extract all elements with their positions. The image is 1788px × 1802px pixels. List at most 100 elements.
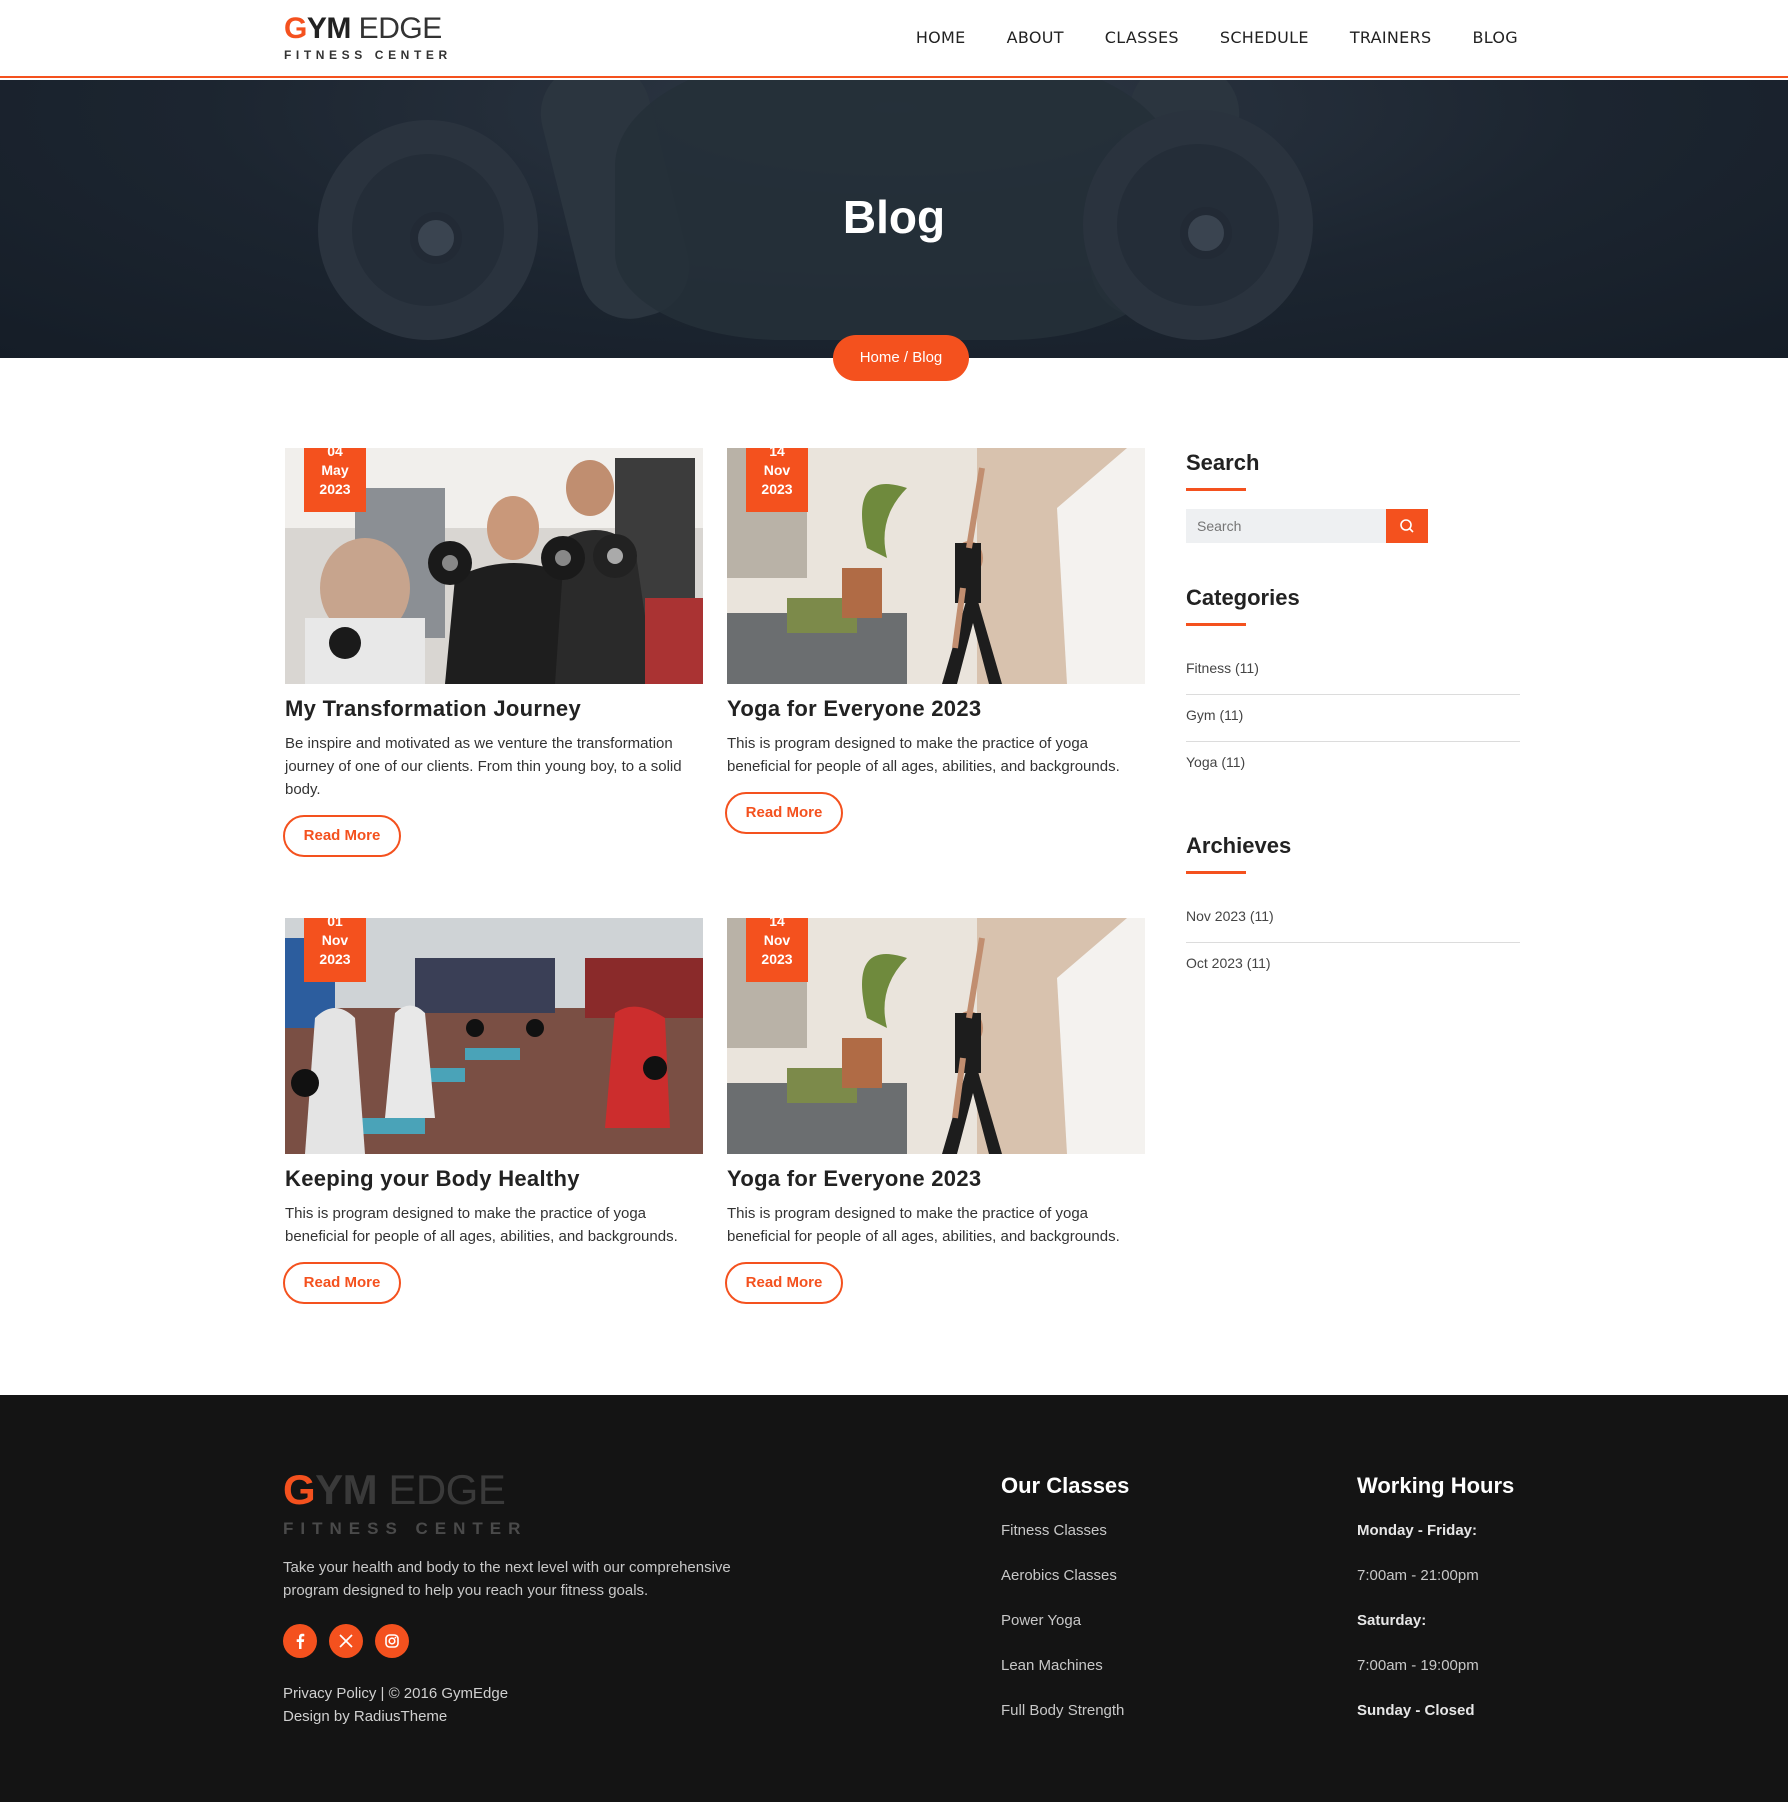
social-links (283, 1624, 409, 1658)
post-date-day: 01 (327, 918, 343, 929)
nav-schedule[interactable]: SCHEDULE (1220, 28, 1309, 47)
category-count: (11) (1219, 707, 1244, 723)
footer-logo-ym: YM (315, 1466, 378, 1513)
page: GYM EDGE FITNESS CENTER HOME ABOUT CLASS… (0, 0, 1788, 1802)
category-label: Fitness (1186, 660, 1232, 676)
category-item[interactable]: Gym (11) (1186, 695, 1520, 742)
logo-edge: EDGE (350, 12, 443, 45)
archive-label: Nov 2023 (1186, 908, 1246, 924)
blog-post-card: 01 Nov 2023 Keeping your Body Healthy Th… (283, 918, 705, 1304)
site-logo[interactable]: GYM EDGE FITNESS CENTER (284, 12, 452, 63)
footer-description: Take your health and body to the next le… (283, 1559, 731, 1599)
post-title[interactable]: Yoga for Everyone 2023 (727, 696, 1147, 722)
post-image[interactable]: 14 Nov 2023 (727, 448, 1145, 684)
post-date-year: 2023 (319, 481, 351, 497)
post-title[interactable]: Keeping your Body Healthy (285, 1166, 705, 1192)
archives-widget-title: Archieves (1186, 833, 1292, 858)
nav-classes[interactable]: CLASSES (1105, 28, 1179, 47)
search-form (1186, 509, 1520, 543)
site-footer: GYM EDGE FITNESS CENTER Take your health… (0, 1395, 1788, 1802)
read-more-button[interactable]: Read More (725, 792, 843, 834)
search-input[interactable] (1186, 509, 1386, 543)
post-excerpt: This is program designed to make the pra… (727, 1205, 1120, 1245)
post-image[interactable]: 14 Nov 2023 (727, 918, 1145, 1154)
post-title[interactable]: My Transformation Journey (285, 696, 705, 722)
footer-classes-title: Our Classes (1001, 1473, 1130, 1498)
design-credit[interactable]: Design by RadiusTheme (283, 1705, 508, 1728)
post-excerpt: This is program designed to make the pra… (727, 735, 1120, 775)
archive-label: Oct 2023 (1186, 955, 1243, 971)
logo-subtitle: FITNESS CENTER (284, 48, 452, 62)
hours-closed: Sunday - Closed (1357, 1702, 1475, 1719)
post-date-badge: 01 Nov 2023 (304, 918, 366, 982)
nav-trainers[interactable]: TRAINERS (1350, 28, 1432, 47)
category-label: Gym (1186, 707, 1216, 723)
post-title[interactable]: Yoga for Everyone 2023 (727, 1166, 1147, 1192)
search-button[interactable] (1386, 509, 1428, 543)
main-nav: HOME ABOUT CLASSES SCHEDULE TRAINERS BLO… (916, 28, 1518, 47)
read-more-button[interactable]: Read More (283, 815, 401, 857)
title-underline (1186, 623, 1246, 626)
hours-label: Saturday: (1357, 1612, 1427, 1629)
footer-logo[interactable]: GYM EDGE FITNESS CENTER (283, 1469, 527, 1539)
post-excerpt: This is program designed to make the pra… (285, 1205, 678, 1245)
footer-class-link[interactable]: Power Yoga (1001, 1612, 1129, 1657)
footer-logo-edge: EDGE (377, 1466, 506, 1513)
footer-class-link[interactable]: Lean Machines (1001, 1657, 1129, 1702)
sidebar: Search Categories Fitness (11) Gym (11) … (1186, 450, 1520, 990)
instagram-icon[interactable] (375, 1624, 409, 1658)
post-date-month: Nov (763, 462, 791, 478)
archive-count: (11) (1246, 955, 1271, 971)
footer-class-link[interactable]: Aerobics Classes (1001, 1567, 1129, 1612)
footer-hours-column: Working Hours Monday - Friday: 7:00am - … (1357, 1473, 1514, 1747)
post-date-year: 2023 (319, 951, 351, 967)
post-date-badge: 14 Nov 2023 (746, 918, 808, 982)
footer-copyright: Privacy Policy | © 2016 GymEdge Design b… (283, 1682, 508, 1728)
hours-value: 7:00am - 19:00pm (1357, 1657, 1479, 1674)
blog-post-card: 14 Nov 2023 Yoga for Everyone 2023 This … (725, 918, 1147, 1304)
post-date-month: Nov (763, 932, 791, 948)
search-widget-title: Search (1186, 450, 1260, 475)
nav-about[interactable]: ABOUT (1007, 28, 1064, 47)
footer-hours-title: Working Hours (1357, 1473, 1515, 1498)
post-date-badge: 14 Nov 2023 (746, 448, 808, 512)
x-twitter-icon[interactable] (329, 1624, 363, 1658)
nav-home[interactable]: HOME (916, 28, 966, 47)
copyright-text[interactable]: Privacy Policy | © 2016 GymEdge (283, 1682, 508, 1705)
footer-logo-subtitle: FITNESS CENTER (283, 1519, 528, 1538)
post-date-badge: 04 May 2023 (304, 448, 366, 512)
post-date-day: 14 (769, 918, 785, 929)
post-date-day: 14 (769, 448, 785, 459)
blog-post-card: 04 May 2023 My Transformation Journey Be… (283, 448, 705, 857)
category-item[interactable]: Yoga (11) (1186, 742, 1520, 789)
hours-value: 7:00am - 21:00pm (1357, 1567, 1479, 1584)
hero-banner: Blog (0, 80, 1788, 358)
logo-g: G (284, 12, 307, 45)
category-item[interactable]: Fitness (11) (1186, 648, 1520, 695)
title-underline (1186, 488, 1246, 491)
title-underline (1186, 871, 1246, 874)
breadcrumb[interactable]: Home / Blog (833, 335, 969, 381)
search-icon (1400, 519, 1414, 533)
footer-class-link[interactable]: Full Body Strength (1001, 1702, 1129, 1747)
post-date-month: May (321, 462, 349, 478)
post-image[interactable]: 01 Nov 2023 (285, 918, 703, 1154)
post-image[interactable]: 04 May 2023 (285, 448, 703, 684)
footer-logo-g: G (283, 1466, 316, 1513)
facebook-icon[interactable] (283, 1624, 317, 1658)
footer-class-link[interactable]: Fitness Classes (1001, 1522, 1129, 1567)
archive-list: Nov 2023 (11) Oct 2023 (11) (1186, 896, 1520, 990)
read-more-button[interactable]: Read More (725, 1262, 843, 1304)
category-label: Yoga (1186, 754, 1218, 770)
archive-item[interactable]: Oct 2023 (11) (1186, 943, 1520, 990)
archive-count: (11) (1249, 908, 1274, 924)
categories-widget-title: Categories (1186, 585, 1300, 610)
post-date-day: 04 (327, 448, 343, 459)
nav-blog[interactable]: BLOG (1472, 28, 1518, 47)
page-title: Blog (842, 191, 946, 243)
archive-item[interactable]: Nov 2023 (11) (1186, 896, 1520, 943)
post-excerpt: Be inspire and motivated as we venture t… (285, 735, 682, 798)
post-date-month: Nov (321, 932, 349, 948)
logo-ym: YM (306, 12, 352, 45)
read-more-button[interactable]: Read More (283, 1262, 401, 1304)
